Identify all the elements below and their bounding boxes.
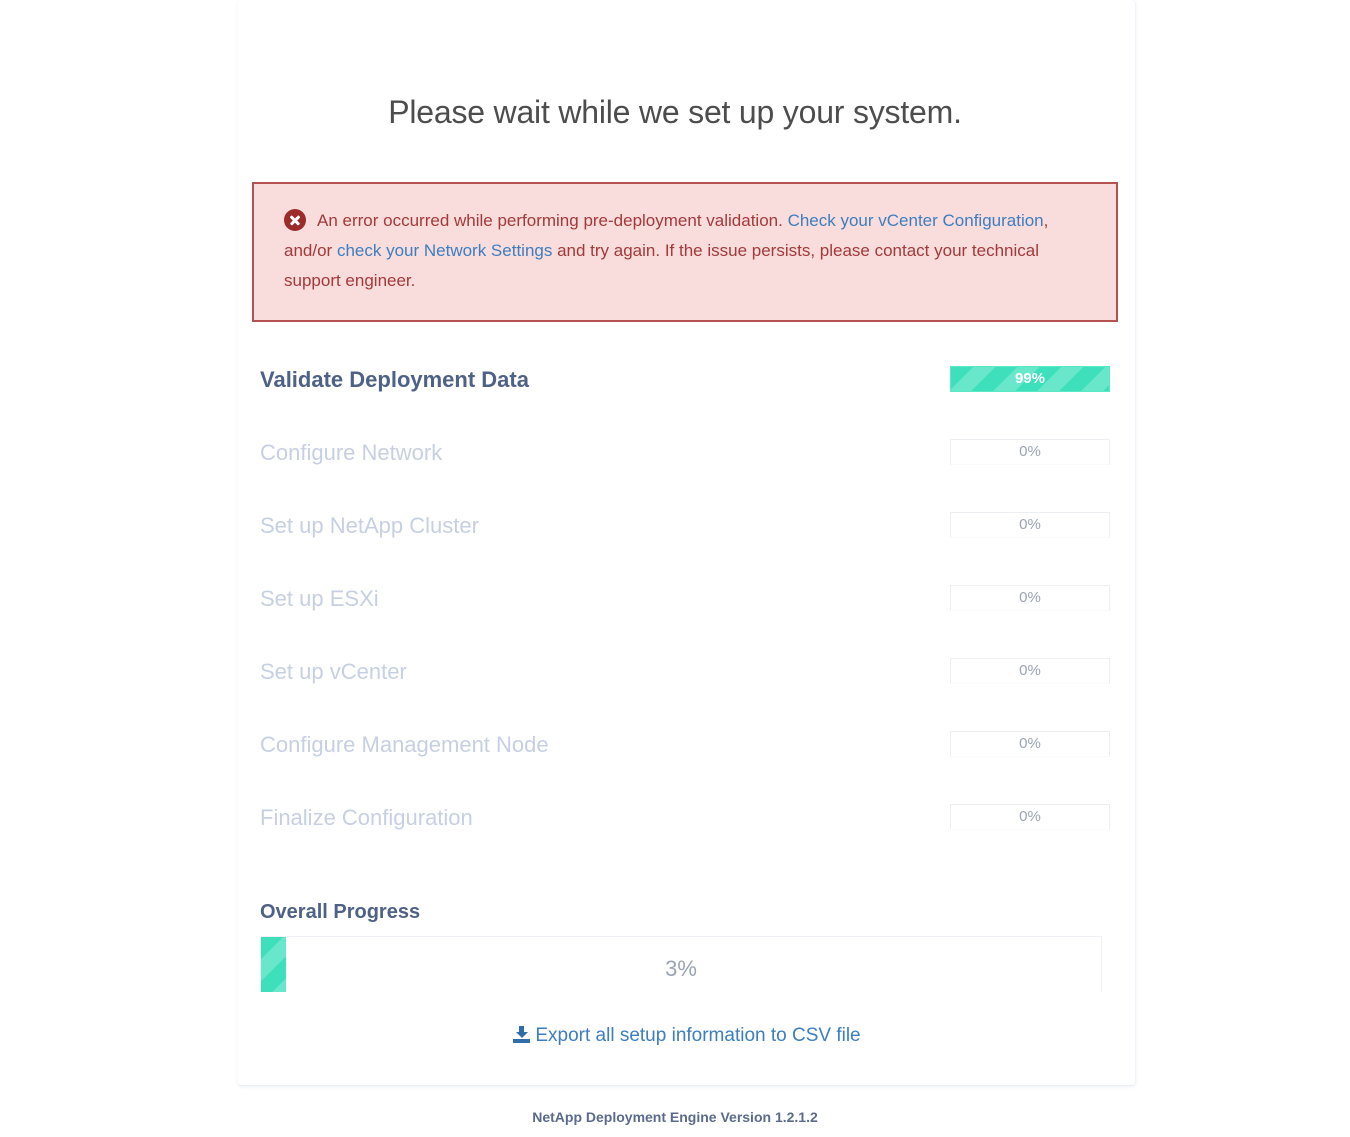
deployment-steps-list: Validate Deployment Data 99% Configure N… <box>260 355 1110 866</box>
alert-text-segment-1: An error occurred while performing pre-d… <box>317 211 788 230</box>
step-row-set-up-vcenter: Set up vCenter 0% <box>260 647 1110 720</box>
step-progress-percent: 0% <box>1019 443 1041 460</box>
step-row-configure-management-node: Configure Management Node 0% <box>260 720 1110 793</box>
step-label: Validate Deployment Data <box>260 367 529 392</box>
step-row-finalize-configuration: Finalize Configuration 0% <box>260 793 1110 866</box>
step-progress-percent: 0% <box>1019 735 1041 752</box>
overall-progress-label: Overall Progress <box>260 901 421 923</box>
step-progress-percent: 0% <box>1019 516 1041 533</box>
export-csv-label: Export all setup information to CSV file <box>535 1025 861 1046</box>
footer-version-text: NetApp Deployment Engine Version 1.2.1.2 <box>532 1109 818 1125</box>
step-row-set-up-netapp-cluster: Set up NetApp Cluster 0% <box>260 501 1110 574</box>
export-row: Export all setup information to CSV file <box>238 1025 1136 1047</box>
step-progress-bar: 0% <box>950 731 1110 757</box>
step-row-set-up-esxi: Set up ESXi 0% <box>260 574 1110 647</box>
step-progress-bar: 0% <box>950 512 1110 538</box>
step-progress-percent: 0% <box>1019 808 1041 825</box>
step-progress-percent: 0% <box>1019 589 1041 606</box>
step-label: Set up vCenter <box>260 659 407 684</box>
overall-progress-bar: 3% <box>260 936 1102 992</box>
step-label: Configure Management Node <box>260 732 549 757</box>
vcenter-configuration-link[interactable]: Check your vCenter Configuration <box>788 211 1044 230</box>
step-label: Set up ESXi <box>260 586 379 611</box>
step-progress-percent: 0% <box>1019 662 1041 679</box>
overall-progress-percent: 3% <box>665 956 697 981</box>
step-progress-percent: 99% <box>1014 370 1046 387</box>
step-label: Set up NetApp Cluster <box>260 513 479 538</box>
step-progress-bar: 0% <box>950 658 1110 684</box>
page-title: Please wait while we set up your system. <box>388 94 962 130</box>
step-progress-bar: 99% <box>950 366 1110 392</box>
network-settings-link[interactable]: check your Network Settings <box>337 241 552 260</box>
step-row-configure-network: Configure Network 0% <box>260 428 1110 501</box>
step-label: Finalize Configuration <box>260 805 473 830</box>
error-alert-banner: An error occurred while performing pre-d… <box>252 182 1118 322</box>
step-progress-bar: 0% <box>950 439 1110 465</box>
step-progress-bar: 0% <box>950 585 1110 611</box>
step-progress-bar: 0% <box>950 804 1110 830</box>
download-icon <box>513 1026 531 1043</box>
step-row-validate-deployment-data: Validate Deployment Data 99% <box>260 355 1110 428</box>
export-csv-link[interactable]: Export all setup information to CSV file <box>513 1025 861 1046</box>
error-circle-x-icon <box>284 209 306 231</box>
step-label: Configure Network <box>260 440 443 465</box>
